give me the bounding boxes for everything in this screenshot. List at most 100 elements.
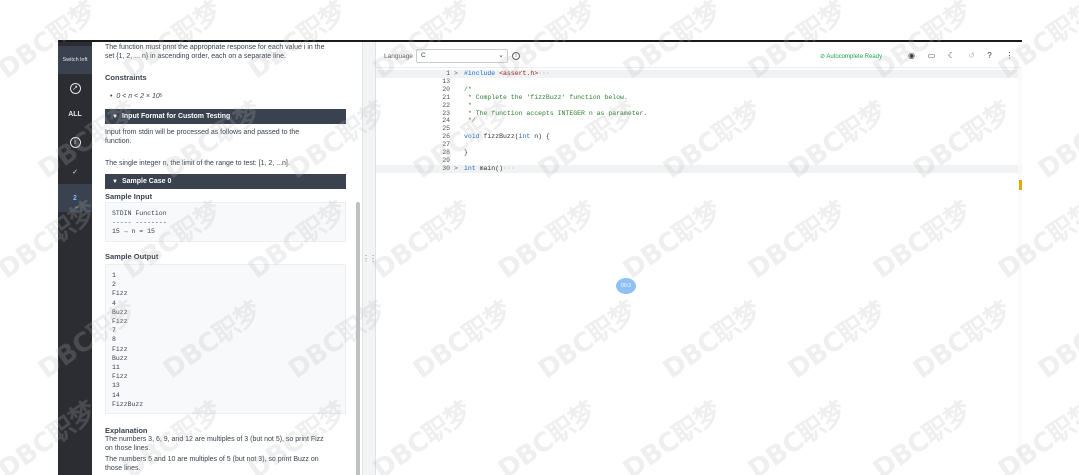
eye-icon[interactable]: ◉ bbox=[906, 50, 917, 61]
fold-chevron-icon[interactable]: > bbox=[454, 165, 458, 173]
collapse-triangle-icon: ▼ bbox=[112, 113, 118, 120]
code-editor-panel: Language C ⌄ i ⊘ Autocomplete Ready ◉ ▭ … bbox=[376, 42, 1022, 475]
question-1-button[interactable]: ✓ bbox=[58, 158, 92, 186]
compass-nav-button[interactable]: ↗ bbox=[58, 74, 92, 102]
sample-input-box: STDIN Function ----- -------- 15 → n = 15 bbox=[105, 202, 346, 242]
scroll-marker bbox=[1019, 180, 1022, 190]
code-text: void fizzBuzz(int n) { bbox=[464, 133, 550, 141]
question-info-button[interactable]: i bbox=[58, 128, 92, 156]
line-number: 29 bbox=[442, 156, 450, 164]
sample-input-heading: Sample Input bbox=[105, 192, 153, 201]
language-label: Language bbox=[384, 53, 413, 60]
sample-output-heading: Sample Output bbox=[105, 252, 159, 261]
language-value: C bbox=[421, 52, 426, 59]
sample-output-line: 7 bbox=[112, 327, 116, 335]
all-questions-button[interactable]: ALL bbox=[58, 100, 92, 128]
intro-line-1: The function must print the appropriate … bbox=[105, 44, 325, 51]
undo-icon[interactable]: ↺ bbox=[966, 50, 977, 61]
explanation-line-3: The numbers 5 and 10 are multiples of 5 … bbox=[105, 456, 319, 463]
editor-scrollbar[interactable] bbox=[1018, 68, 1022, 475]
check-icon: ✓ bbox=[72, 169, 78, 176]
input-format-line-2: function. bbox=[105, 138, 132, 145]
code-text: #include <assert.h>··· bbox=[464, 70, 550, 77]
all-label: ALL bbox=[68, 110, 82, 118]
code-line: 30 > int main()··· bbox=[376, 164, 1022, 173]
sample-output-line: Buzz bbox=[112, 308, 128, 316]
line-number: 13 bbox=[442, 77, 450, 85]
constraint-text: 0 < n < 2 × 10⁵ bbox=[116, 93, 163, 100]
sample-output-line: Fizz bbox=[112, 318, 128, 326]
keyboard-icon[interactable]: ▭ bbox=[926, 50, 937, 61]
help-icon[interactable]: ? bbox=[984, 50, 995, 61]
question-number: 2 bbox=[73, 194, 77, 202]
panel-splitter-handle[interactable]: ⋮⋮ bbox=[362, 42, 377, 475]
input-format-title: Input Format for Custom Testing bbox=[121, 113, 231, 120]
code-line: 23 * The function accepts INTEGER n as p… bbox=[376, 110, 1022, 118]
sample-output-line: 1 bbox=[112, 272, 116, 279]
code-text: /* bbox=[464, 85, 472, 93]
code-text: * The function accepts INTEGER n as para… bbox=[464, 109, 648, 117]
sample-input-line: 15 → n = 15 bbox=[112, 228, 155, 236]
more-icon[interactable]: ⋮ bbox=[1004, 50, 1015, 61]
sample-output-line: 14 bbox=[112, 391, 120, 399]
code-text: * bbox=[464, 101, 472, 109]
problem-scrollbar[interactable] bbox=[356, 202, 360, 475]
sample-output-line: Fizz bbox=[112, 373, 128, 381]
code-text: int main()··· bbox=[464, 164, 515, 172]
input-format-header[interactable]: ▼ Input Format for Custom Testing bbox=[105, 109, 346, 124]
switch-left-button[interactable]: Switch left bbox=[58, 46, 92, 74]
watermark-text: DBC职梦 bbox=[1033, 296, 1079, 386]
intro-line-2: set {1, 2, ... n} in ascending order, ea… bbox=[105, 53, 286, 60]
moon-icon[interactable]: ☾ bbox=[946, 50, 957, 61]
input-format-line-1: Input from stdin will be processed as fo… bbox=[105, 129, 300, 136]
line-number: 25 bbox=[442, 125, 450, 133]
info-icon: i bbox=[69, 136, 81, 148]
input-format-line-3: The single integer n, the limit of the r… bbox=[105, 160, 290, 167]
chevron-down-icon: ⌄ bbox=[74, 204, 80, 210]
timer-bubble: 00:3 bbox=[616, 278, 636, 294]
sample-input-line: STDIN Function bbox=[112, 210, 167, 217]
code-line: 1 > #include <assert.h>··· bbox=[376, 70, 1022, 78]
chevron-down-icon: ⌄ bbox=[498, 52, 504, 59]
explanation-line-1: The numbers 3, 6, 9, and 12 are multiple… bbox=[105, 436, 324, 443]
code-line: 20 /* bbox=[376, 86, 1022, 94]
code-line: 26 void fizzBuzz(int n) { bbox=[376, 133, 1022, 141]
sample-output-line: 13 bbox=[112, 382, 120, 390]
compass-icon: ↗ bbox=[69, 82, 81, 94]
sample-output-line: Fizz bbox=[112, 290, 128, 298]
watermark-text: DBC职梦 bbox=[1033, 96, 1079, 186]
sample-input-code: STDIN Function ----- -------- 15 → n = 15 bbox=[112, 209, 339, 237]
sample-output-line: FizzBuzz bbox=[112, 400, 144, 408]
sample-case-title: Sample Case 0 bbox=[121, 178, 172, 185]
sample-output-line: Buzz bbox=[112, 354, 128, 362]
code-line: 25 bbox=[376, 125, 1022, 133]
drag-grip-icon: ⋮⋮ bbox=[362, 254, 377, 263]
code-text: */ bbox=[464, 117, 476, 125]
line-number: 27 bbox=[442, 141, 450, 149]
code-line: 28} bbox=[376, 149, 1022, 157]
constraint-item: • 0 < n < 2 × 10⁵ bbox=[110, 92, 163, 101]
explanation-heading: Explanation bbox=[105, 426, 148, 435]
sample-output-line: 4 bbox=[112, 299, 116, 307]
line-number: 22 bbox=[442, 101, 450, 109]
explanation-line-2: on those lines. bbox=[105, 445, 151, 452]
code-text: * Complete the 'fizzBuzz' function below… bbox=[464, 93, 628, 101]
autocomplete-text: Autocomplete Ready bbox=[826, 54, 883, 60]
problem-panel: The function must print the appropriate … bbox=[92, 42, 362, 475]
line-number: 21 bbox=[442, 93, 450, 101]
sample-output-line: Fizz bbox=[112, 345, 128, 353]
sample-case-header[interactable]: ▼ Sample Case 0 bbox=[105, 174, 346, 189]
fold-chevron-icon[interactable]: > bbox=[454, 70, 458, 78]
code-line: 21 * Complete the 'fizzBuzz' function be… bbox=[376, 94, 1022, 102]
line-number: 24 bbox=[442, 117, 450, 125]
info-icon[interactable]: i bbox=[512, 52, 520, 60]
code-line: 24 */ bbox=[376, 117, 1022, 125]
code-line: 29 bbox=[376, 157, 1022, 165]
question-2-button[interactable]: 2 ⌄ bbox=[58, 184, 92, 212]
constraints-heading: Constraints bbox=[105, 73, 147, 82]
sample-output-line: 2 bbox=[112, 281, 116, 289]
sample-output-code: 1 2 Fizz 4 Buzz Fizz 7 8 Fizz Buzz 11 Fizz 13 14 FizzB… bbox=[112, 271, 339, 409]
language-select[interactable]: C ⌄ bbox=[416, 49, 508, 63]
code-text: } bbox=[464, 149, 468, 156]
editor-toolbar: Language C ⌄ i ⊘ Autocomplete Ready ◉ ▭ … bbox=[376, 42, 1022, 68]
